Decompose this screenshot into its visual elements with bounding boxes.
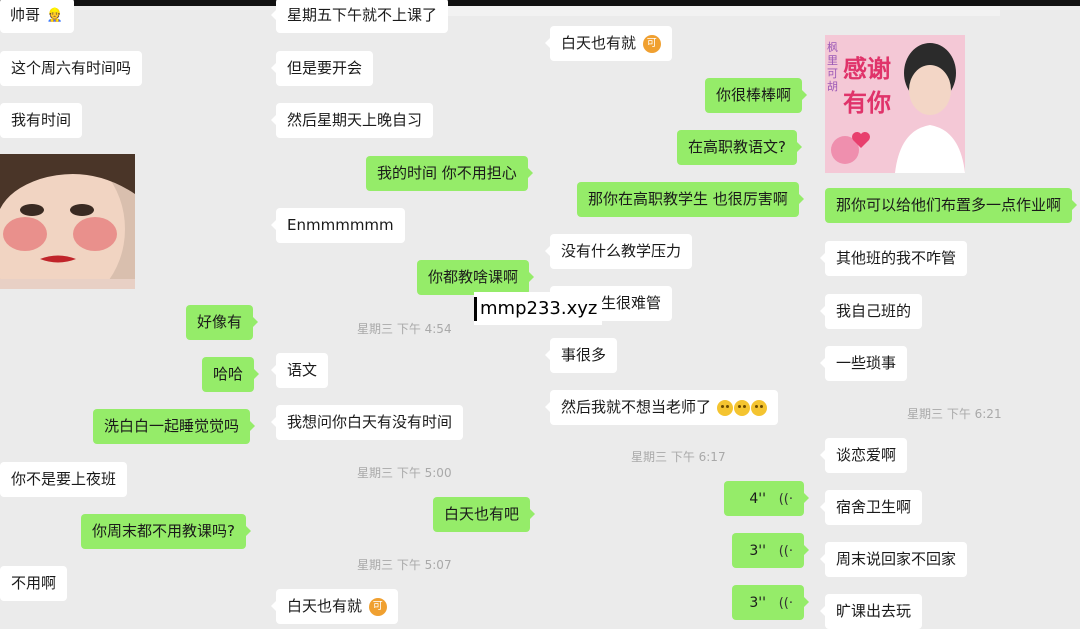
message-bubble[interactable]: 你周末都不用教课吗? bbox=[81, 514, 251, 549]
message-bubble[interactable]: 那你在高职教学生 也很厉害啊 bbox=[577, 182, 804, 217]
message-bubble[interactable]: 白天也有就 可 bbox=[545, 26, 672, 61]
voice-message-bubble[interactable]: 3'' ((· bbox=[732, 585, 809, 620]
message-bubble[interactable]: 那你可以给他们布置多一点作业啊 bbox=[825, 188, 1078, 223]
message-text: 谈恋爱啊 bbox=[836, 446, 897, 464]
sticker-text: 感谢 bbox=[843, 55, 891, 83]
message-bubble[interactable]: 其他班的我不咋管 bbox=[819, 241, 968, 276]
flushed-face-emoji-icon bbox=[733, 399, 750, 416]
message-text: 我有时间 bbox=[11, 111, 72, 129]
message-text: 我想问你白天有没有时间 bbox=[287, 413, 453, 431]
message-bubble[interactable]: 洗白白一起睡觉觉吗 bbox=[93, 409, 256, 444]
voice-duration: 4'' bbox=[749, 491, 766, 507]
message-bubble[interactable]: 我自己班的 bbox=[819, 294, 923, 329]
message-bubble[interactable]: 白天也有就 可 bbox=[271, 589, 398, 624]
timestamp: 星期三 下午 6:17 bbox=[631, 450, 726, 464]
message-text: 洗白白一起睡觉觉吗 bbox=[104, 417, 240, 435]
message-text: 旷课出去玩 bbox=[836, 602, 912, 620]
voice-wave-icon: ((· bbox=[778, 544, 793, 559]
message-text: 这个周六有时间吗 bbox=[11, 59, 132, 77]
timestamp: 星期三 下午 5:07 bbox=[357, 558, 452, 572]
message-text: 生很难管 bbox=[601, 294, 662, 312]
message-text: 白天也有就 bbox=[561, 34, 637, 52]
flushed-face-emoji-icon bbox=[716, 399, 733, 416]
message-bubble[interactable]: 不用啊 bbox=[0, 566, 68, 601]
message-text: 你周末都不用教课吗? bbox=[92, 522, 235, 540]
message-bubble[interactable]: 一些琐事 bbox=[819, 346, 908, 381]
message-text: 但是要开会 bbox=[287, 59, 363, 77]
message-text: 其他班的我不咋管 bbox=[836, 249, 957, 267]
message-bubble[interactable]: 我的时间 你不用担心 bbox=[366, 156, 533, 191]
voice-message-bubble[interactable]: 4'' ((· bbox=[724, 481, 809, 516]
flushed-face-emoji-icon bbox=[750, 399, 767, 416]
message-bubble[interactable]: Enmmmmmm bbox=[271, 208, 405, 243]
timestamp: 星期三 下午 6:21 bbox=[907, 407, 1002, 421]
message-bubble[interactable]: 但是要开会 bbox=[270, 51, 374, 86]
watermark-label: mmp233.xyz bbox=[474, 292, 602, 325]
message-bubble[interactable]: 好像有 bbox=[186, 305, 259, 340]
message-bubble[interactable]: 周末说回家不回家 bbox=[819, 542, 968, 577]
timestamp: 星期三 下午 4:54 bbox=[357, 322, 452, 336]
message-text: 我的时间 你不用担心 bbox=[377, 164, 517, 182]
voice-message-bubble[interactable]: 3'' ((· bbox=[732, 533, 809, 568]
message-bubble[interactable]: 你都教啥课啊 bbox=[417, 260, 535, 295]
message-text: 那你在高职教学生 也很厉害啊 bbox=[588, 190, 788, 208]
watermark-text: mmp233.xyz bbox=[480, 298, 598, 319]
message-text: 没有什么教学压力 bbox=[561, 242, 682, 260]
message-text: 周末说回家不回家 bbox=[836, 550, 957, 568]
timestamp: 星期三 下午 5:00 bbox=[357, 466, 452, 480]
ke-emoji-icon: 可 bbox=[642, 34, 661, 53]
text-cursor bbox=[474, 297, 477, 321]
message-bubble[interactable]: 事很多 bbox=[544, 338, 618, 373]
message-bubble[interactable]: 帅哥 👷 bbox=[0, 0, 74, 33]
baby-face-sticker-image bbox=[0, 154, 135, 289]
sticker-side-text: 枫里可胡 bbox=[827, 41, 838, 93]
message-bubble[interactable]: 在高职教语文? bbox=[677, 130, 802, 165]
message-text: 白天也有就 bbox=[287, 597, 363, 615]
message-text: 星期五下午就不上课了 bbox=[287, 6, 438, 24]
message-bubble[interactable]: 星期五下午就不上课了 bbox=[270, 0, 449, 33]
message-text: Enmmmmmm bbox=[287, 216, 394, 234]
voice-wave-icon: ((· bbox=[778, 596, 793, 611]
message-bubble[interactable]: 你不是要上夜班 bbox=[0, 462, 128, 497]
message-text: 在高职教语文? bbox=[688, 138, 786, 156]
sticker-text: 有你 bbox=[843, 89, 891, 117]
message-text: 你不是要上夜班 bbox=[11, 470, 117, 488]
message-bubble[interactable]: 我想问你白天有没有时间 bbox=[270, 405, 464, 440]
thank-you-sticker[interactable]: 枫里可胡 感谢 有你 bbox=[825, 35, 965, 173]
message-text: 然后星期天上晚自习 bbox=[287, 111, 423, 129]
message-bubble[interactable]: 旷课出去玩 bbox=[819, 594, 923, 629]
message-text: 不用啊 bbox=[11, 574, 57, 592]
message-bubble[interactable]: 没有什么教学压力 bbox=[544, 234, 693, 269]
message-text: 白天也有吧 bbox=[444, 505, 520, 523]
message-bubble[interactable]: 谈恋爱啊 bbox=[819, 438, 908, 473]
ke-emoji-icon: 可 bbox=[368, 597, 387, 616]
message-bubble[interactable]: 你很棒棒啊 bbox=[705, 78, 808, 113]
top-gap bbox=[825, 6, 1000, 16]
message-text: 事很多 bbox=[561, 346, 607, 364]
message-text: 你很棒棒啊 bbox=[716, 86, 792, 104]
message-bubble[interactable]: 白天也有吧 bbox=[433, 497, 536, 532]
message-text: 帅哥 bbox=[10, 6, 41, 24]
voice-duration: 3'' bbox=[749, 595, 766, 611]
message-bubble[interactable]: 哈哈 bbox=[202, 357, 260, 392]
message-bubble[interactable]: 这个周六有时间吗 bbox=[0, 51, 143, 86]
voice-duration: 3'' bbox=[749, 543, 766, 559]
message-text: 你都教啥课啊 bbox=[428, 268, 519, 286]
message-text: 宿舍卫生啊 bbox=[836, 498, 912, 516]
baby-face-sticker[interactable] bbox=[0, 154, 135, 289]
message-bubble[interactable]: 然后我就不想当老师了 bbox=[545, 390, 778, 425]
message-text: 语文 bbox=[287, 361, 318, 379]
message-text: 一些琐事 bbox=[836, 354, 897, 372]
message-text: 我自己班的 bbox=[836, 302, 912, 320]
message-text: 哈哈 bbox=[213, 365, 244, 383]
voice-wave-icon: ((· bbox=[778, 492, 793, 507]
message-bubble[interactable]: 我有时间 bbox=[0, 103, 83, 138]
message-text: 好像有 bbox=[197, 313, 243, 331]
message-text: 然后我就不想当老师了 bbox=[561, 398, 712, 416]
message-bubble[interactable]: 语文 bbox=[270, 353, 329, 388]
worker-emoji-icon: 👷 bbox=[46, 8, 63, 23]
message-bubble[interactable]: 然后星期天上晚自习 bbox=[270, 103, 434, 138]
message-text: 那你可以给他们布置多一点作业啊 bbox=[836, 196, 1062, 214]
message-bubble[interactable]: 宿舍卫生啊 bbox=[819, 490, 923, 525]
